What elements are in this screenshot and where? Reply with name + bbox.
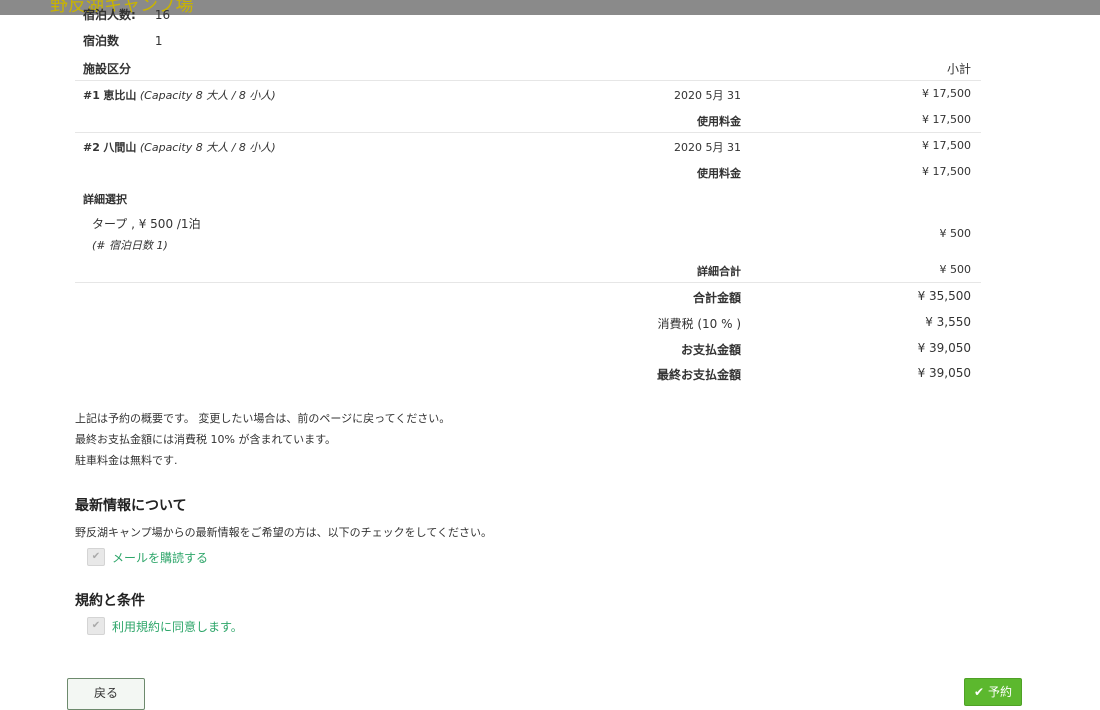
reserve-label: 予約: [987, 685, 1012, 699]
site-amount: ¥ 17,500: [922, 139, 971, 152]
option-amount: ¥ 500: [939, 227, 972, 240]
usage-amount: ¥ 17,500: [922, 165, 971, 178]
summary-amount: ¥ 39,050: [917, 366, 971, 380]
site-capacity: (Capacity 8 大人 / 8 小人): [139, 89, 276, 102]
table-row: #1 恵比山 (Capacity 8 大人 / 8 小人) 2020 5月 31…: [75, 87, 981, 109]
usage-label: 使用料金: [697, 167, 741, 180]
options-total-amount: ¥ 500: [939, 263, 972, 276]
summary-label: 最終お支払金額: [656, 368, 741, 382]
note-line: 駐車料金は無料です.: [75, 454, 178, 467]
newsletter-checkbox[interactable]: ✔: [87, 548, 105, 566]
usage-label: 使用料金: [697, 115, 741, 128]
terms-heading: 規約と条件: [75, 593, 145, 609]
row-divider: [75, 282, 981, 283]
col-subtotal: 小計: [946, 62, 971, 76]
table-row: 使用料金 ¥ 17,500: [75, 165, 981, 187]
summary-amount: ¥ 35,500: [917, 289, 971, 303]
newsletter-checkbox-label[interactable]: メールを購読する: [112, 549, 208, 566]
nights-row: 宿泊数 1: [83, 32, 162, 49]
site-label: 恵比山: [103, 89, 137, 102]
check-icon: ✔: [974, 685, 985, 699]
reserve-button[interactable]: ✔ 予約: [964, 678, 1022, 706]
guests-label: 宿泊人数:: [83, 8, 136, 22]
options-heading: 詳細選択: [83, 193, 127, 206]
site-name: #1 恵比山 (Capacity 8 大人 / 8 小人): [83, 87, 276, 103]
summary-label: 合計金額: [692, 291, 741, 305]
table-header: 施設区分 小計: [75, 58, 981, 81]
back-button[interactable]: 戻る: [67, 678, 145, 710]
summary-label: お支払金額: [680, 343, 741, 357]
table-row: #2 八間山 (Capacity 8 大人 / 8 小人) 2020 5月 31…: [75, 139, 981, 161]
site-date: 2020 5月 31: [674, 89, 741, 102]
summary-row-total: 合計金額 ¥ 35,500: [75, 289, 981, 311]
newsletter-checkbox-row[interactable]: ✔ メールを購読する: [87, 548, 208, 566]
note-line: 上記は予約の概要です。 変更したい場合は、前のページに戻ってください。: [75, 412, 451, 425]
col-facility: 施設区分: [83, 62, 132, 76]
terms-checkbox-row[interactable]: ✔ 利用規約に同意します。: [87, 617, 243, 635]
site-label: 八間山: [103, 141, 137, 154]
summary-notes: 上記は予約の概要です。 変更したい場合は、前のページに戻ってください。 最終お支…: [75, 408, 450, 471]
nights-value: 1: [154, 34, 163, 48]
guests-value: 16: [154, 8, 171, 22]
site-number: #2: [83, 141, 100, 154]
summary-row-final: 最終お支払金額 ¥ 39,050: [75, 366, 981, 388]
summary-row-payment: お支払金額 ¥ 39,050: [75, 341, 981, 363]
site-number: #1: [83, 89, 100, 102]
nights-label: 宿泊数: [83, 34, 120, 48]
site-amount: ¥ 17,500: [922, 87, 971, 100]
guests-row: 宿泊人数: 16: [83, 6, 170, 23]
options-heading-row: 詳細選択: [75, 191, 981, 213]
summary-label: 消費税 (10 % ): [657, 317, 741, 331]
site-date: 2020 5月 31: [674, 141, 741, 154]
option-amount-row: ¥ 500: [75, 227, 981, 249]
site-name: #2 八間山 (Capacity 8 大人 / 8 小人): [83, 139, 276, 155]
terms-checkbox-label[interactable]: 利用規約に同意します。: [112, 618, 243, 635]
newsletter-heading: 最新情報について: [75, 498, 187, 514]
usage-amount: ¥ 17,500: [922, 113, 971, 126]
site-capacity: (Capacity 8 大人 / 8 小人): [139, 141, 276, 154]
row-divider: [75, 132, 981, 133]
summary-amount: ¥ 3,550: [925, 315, 971, 329]
summary-amount: ¥ 39,050: [917, 341, 971, 355]
newsletter-description: 野反湖キャンプ場からの最新情報をご希望の方は、以下のチェックをしてください。: [75, 526, 493, 539]
note-line: 最終お支払金額には消費税 10% が含まれています。: [75, 433, 337, 446]
summary-row-tax: 消費税 (10 % ) ¥ 3,550: [75, 315, 981, 337]
terms-checkbox[interactable]: ✔: [87, 617, 105, 635]
options-total-label: 詳細合計: [697, 265, 741, 278]
